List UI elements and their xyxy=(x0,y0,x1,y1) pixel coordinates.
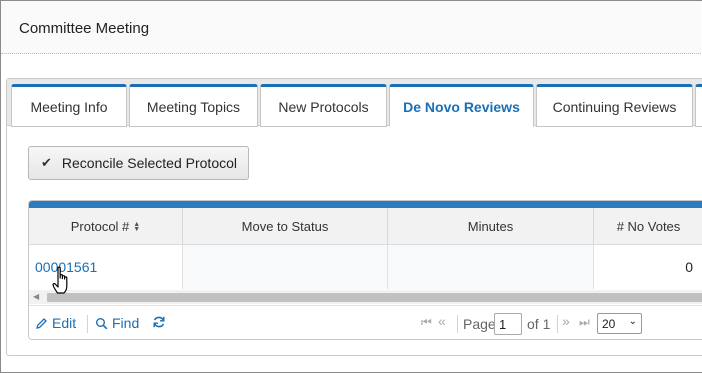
column-header-label: # No Votes xyxy=(616,219,681,234)
tab-continuing-reviews[interactable]: Continuing Reviews xyxy=(536,84,693,127)
column-header-label: Minutes xyxy=(467,219,514,234)
next-page-icon[interactable]: » xyxy=(562,313,570,329)
check-icon: ✔ xyxy=(41,155,52,170)
pager-divider xyxy=(557,315,558,333)
page-header: Committee Meeting xyxy=(1,1,701,54)
column-header-move-to-status[interactable]: Move to Status xyxy=(183,208,388,245)
page-title: Committee Meeting xyxy=(19,20,150,37)
page-label: Page xyxy=(463,316,496,332)
cell-move-to-status[interactable] xyxy=(183,245,388,289)
column-header-minutes[interactable]: Minutes xyxy=(388,208,594,245)
tab-meeting-topics[interactable]: Meeting Topics xyxy=(129,84,258,127)
cell-no-votes: 0 xyxy=(594,245,702,289)
tab-label: New Protocols xyxy=(278,98,369,115)
hand-pointer-icon xyxy=(52,266,68,294)
refresh-icon xyxy=(153,316,165,328)
button-label: Edit xyxy=(52,315,77,331)
column-header-protocol[interactable]: Protocol # ▲ ▼ xyxy=(29,208,183,245)
tab-de-novo-reviews[interactable]: De Novo Reviews xyxy=(389,84,534,127)
scrollbar-thumb[interactable] xyxy=(47,293,702,302)
tab-label: Meeting Info xyxy=(30,98,108,115)
sort-icon: ▲ ▼ xyxy=(133,220,141,233)
button-label: Reconcile Selected Protocol xyxy=(61,155,238,171)
header-divider xyxy=(1,53,701,54)
find-button[interactable]: Find xyxy=(95,315,139,331)
page-count-label: of 1 xyxy=(527,316,551,332)
first-page-icon[interactable]: ⏮ xyxy=(421,315,432,330)
pager-divider xyxy=(457,315,458,333)
rows-per-page-select[interactable]: 20 ⌄ xyxy=(597,313,642,334)
table-row[interactable]: 00001561 0 xyxy=(29,245,702,289)
tab-meeting-info[interactable]: Meeting Info xyxy=(11,84,127,127)
scroll-left-icon[interactable]: ◀ xyxy=(33,292,39,301)
rows-per-page-value: 20 xyxy=(602,316,616,331)
tab-new-protocols[interactable]: New Protocols xyxy=(260,84,387,127)
page-number-input[interactable] xyxy=(494,313,522,335)
grid-header: Protocol # ▲ ▼ Move to Status Minutes # N… xyxy=(29,208,702,245)
protocol-grid: Protocol # ▲ ▼ Move to Status Minutes # N… xyxy=(28,200,702,340)
grid-title-bar xyxy=(29,201,702,208)
column-header-label: Protocol # xyxy=(70,219,130,234)
tab-label: De Novo Reviews xyxy=(403,98,520,115)
tab-label: Meeting Topics xyxy=(146,98,241,115)
pencil-icon xyxy=(36,317,47,329)
tab-label: Continuing Reviews xyxy=(552,98,677,115)
tab-overflow[interactable] xyxy=(695,84,702,127)
cell-minutes[interactable] xyxy=(388,245,594,289)
last-page-icon[interactable]: ⏭ xyxy=(579,315,590,330)
search-icon xyxy=(96,317,108,329)
edit-button[interactable]: Edit xyxy=(35,315,76,331)
chevron-down-icon: ⌄ xyxy=(628,316,637,327)
column-header-label: Move to Status xyxy=(241,219,329,234)
button-label: Find xyxy=(112,315,140,331)
previous-page-icon[interactable]: « xyxy=(438,313,446,329)
grid-pager: Edit Find ⏮ « Page of 1 » ⏭ 20 ⌄ xyxy=(29,305,702,339)
column-header-no-votes[interactable]: # No Votes xyxy=(594,208,702,245)
cell-value: 0 xyxy=(685,259,693,275)
refresh-button[interactable] xyxy=(152,315,170,329)
horizontal-scrollbar[interactable]: ◀ xyxy=(29,290,702,304)
reconcile-selected-protocol-button[interactable]: ✔ Reconcile Selected Protocol xyxy=(28,146,249,180)
pager-divider xyxy=(87,315,88,333)
